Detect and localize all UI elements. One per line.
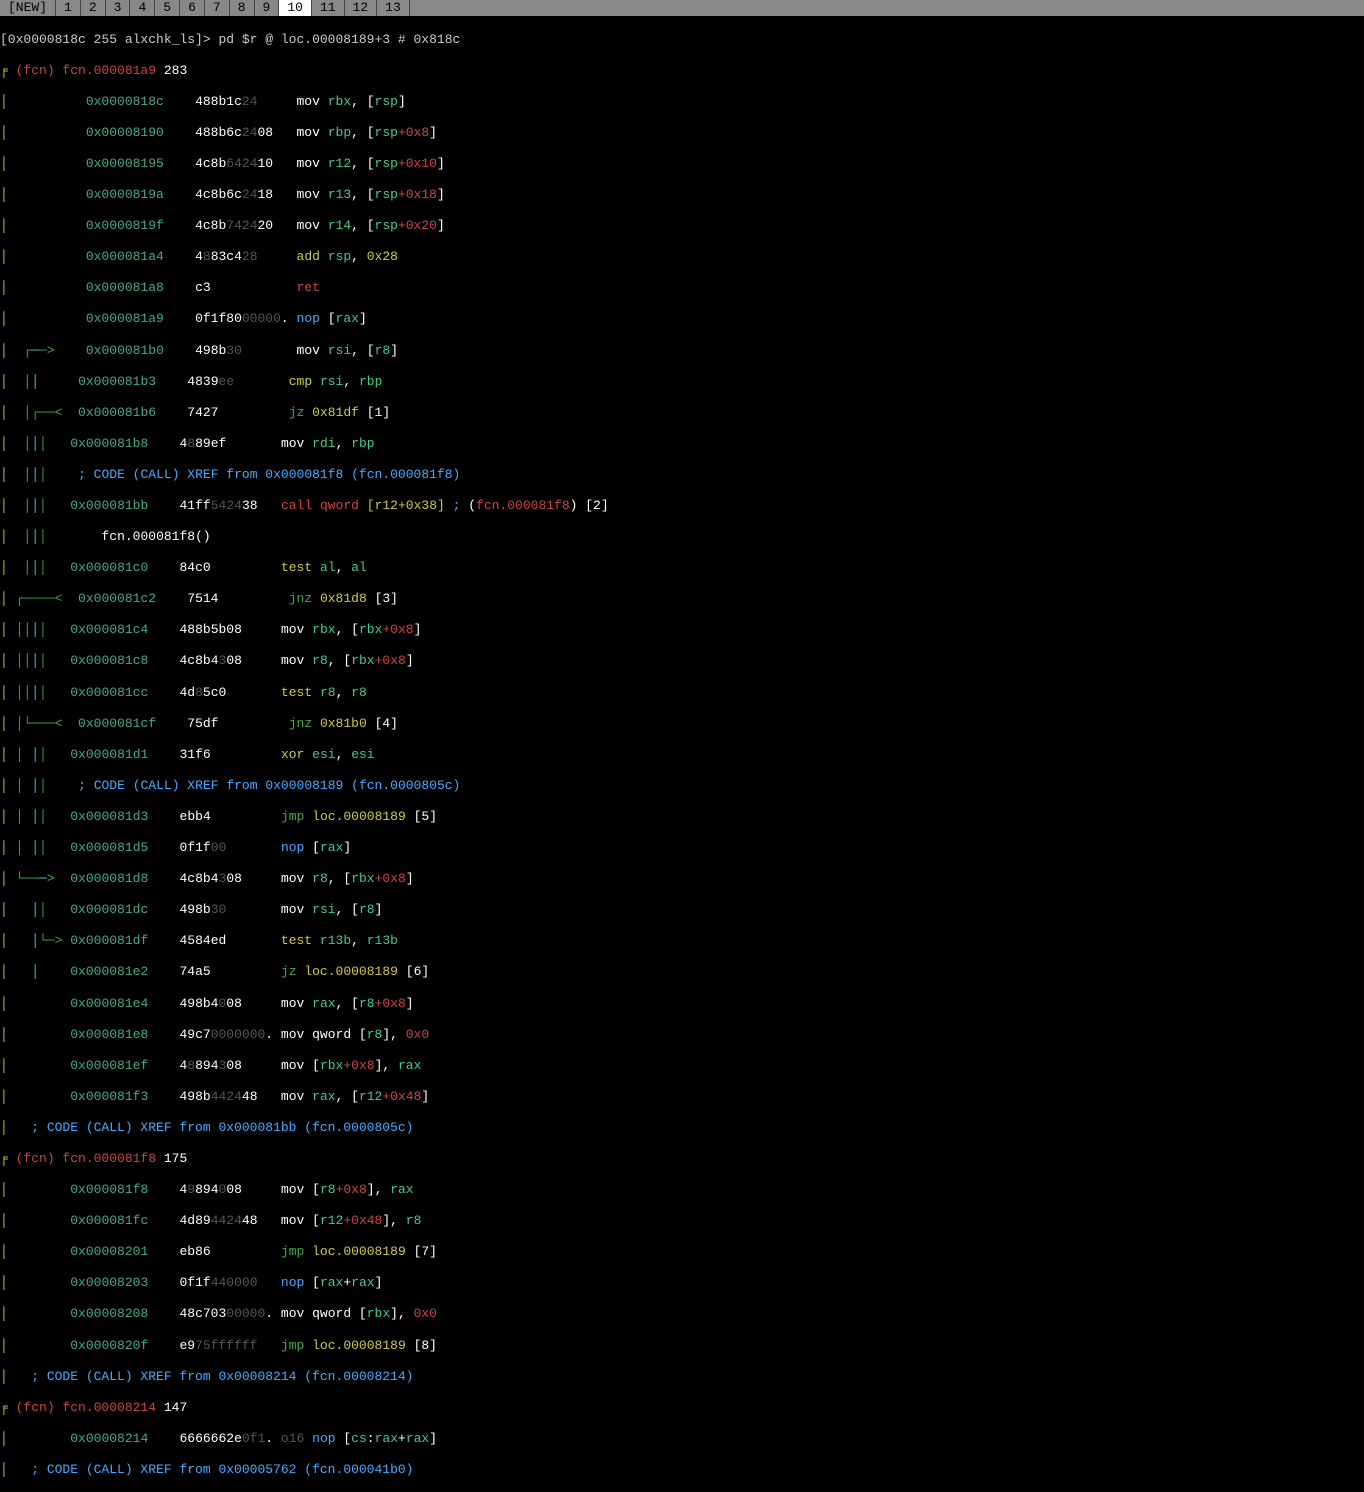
asm-line: │ ┌────< 0x000081c2 7514 jnz 0x81d8 [3] xyxy=(0,591,1364,607)
asm-line: │ 0x000081f8 49894008 mov [r8+0x8], rax xyxy=(0,1182,1364,1198)
tab-7[interactable]: 7 xyxy=(205,0,230,16)
asm-line: │ 0x000081f3 498b442448 mov rax, [r12+0x… xyxy=(0,1089,1364,1105)
asm-line: │ │││ 0x000081c0 84c0 test al, al xyxy=(0,560,1364,576)
asm-line: │ │││ 0x000081b8 4889ef mov rdi, rbp xyxy=(0,436,1364,452)
asm-line: │ ││ 0x000081b3 4839ee cmp rsi, rbp xyxy=(0,374,1364,390)
asm-line: │ 0x00008208 48c70300000. mov qword [rbx… xyxy=(0,1306,1364,1322)
tab-9[interactable]: 9 xyxy=(255,0,280,16)
asm-line: │ 0x000081ef 48894308 mov [rbx+0x8], rax xyxy=(0,1058,1364,1074)
asm-line: │ │ ││ 0x000081d1 31f6 xor esi, esi xyxy=(0,747,1364,763)
asm-line: │ ││││ 0x000081c8 4c8b4308 mov r8, [rbx+… xyxy=(0,653,1364,669)
asm-line: │ 0x0000819f 4c8b742420 mov r14, [rsp+0x… xyxy=(0,218,1364,234)
asm-line: │ 0x00008203 0f1f440000 nop [rax+rax] xyxy=(0,1275,1364,1291)
fcn-header: ╒ (fcn) fcn.00008214 147 xyxy=(0,1400,1364,1416)
asm-line: │ 0x00008195 4c8b642410 mov r12, [rsp+0x… xyxy=(0,156,1364,172)
tab-8[interactable]: 8 xyxy=(230,0,255,16)
tab-13[interactable]: 13 xyxy=(377,0,410,16)
asm-line: │ ││││ 0x000081cc 4d85c0 test r8, r8 xyxy=(0,685,1364,701)
xref-comment: │ ; CODE (CALL) XREF from 0x00005762 (fc… xyxy=(0,1462,1364,1478)
asm-line: │ ││ 0x000081dc 498b30 mov rsi, [r8] xyxy=(0,902,1364,918)
tab-new[interactable]: [NEW] xyxy=(0,0,56,16)
asm-line: │ │└───< 0x000081cf 75df jnz 0x81b0 [4] xyxy=(0,716,1364,732)
disassembly-view: [0x0000818c 255 alxchk_ls]> pd $r @ loc.… xyxy=(0,16,1364,1492)
asm-line: │ 0x0000819a 4c8b6c2418 mov r13, [rsp+0x… xyxy=(0,187,1364,203)
asm-line: │ │┌──< 0x000081b6 7427 jz 0x81df [1] xyxy=(0,405,1364,421)
asm-line: │ 0x000081a8 c3 ret xyxy=(0,280,1364,296)
asm-line: │ │ ││ 0x000081d5 0f1f00 nop [rax] xyxy=(0,840,1364,856)
tab-5[interactable]: 5 xyxy=(155,0,180,16)
xref-comment: │ ; CODE (CALL) XREF from 0x000081bb (fc… xyxy=(0,1120,1364,1136)
tab-3[interactable]: 3 xyxy=(106,0,131,16)
asm-line: │ ││││ 0x000081c4 488b5b08 mov rbx, [rbx… xyxy=(0,622,1364,638)
fcn-header: ╒ (fcn) fcn.000081f8 175 xyxy=(0,1151,1364,1167)
asm-line: │ 0x0000820f e975ffffff jmp loc.00008189… xyxy=(0,1338,1364,1354)
tab-bar: [NEW] 1 2 3 4 5 6 7 8 9 10 11 12 13 xyxy=(0,0,1364,16)
tab-12[interactable]: 12 xyxy=(345,0,378,16)
tab-6[interactable]: 6 xyxy=(180,0,205,16)
fcn-header: ╒ (fcn) fcn.000081a9 283 xyxy=(0,63,1364,79)
asm-line: │ ┌──> 0x000081b0 498b30 mov rsi, [r8] xyxy=(0,343,1364,359)
tab-4[interactable]: 4 xyxy=(130,0,155,16)
asm-line: │ │└─> 0x000081df 4584ed test r13b, r13b xyxy=(0,933,1364,949)
tab-10[interactable]: 10 xyxy=(279,0,312,16)
tab-11[interactable]: 11 xyxy=(312,0,345,16)
asm-line: │ 0x000081e8 49c70000000. mov qword [r8]… xyxy=(0,1027,1364,1043)
asm-line: │ 0x00008201 eb86 jmp loc.00008189 [7] xyxy=(0,1244,1364,1260)
fcn-call: │ │││ fcn.000081f8() xyxy=(0,529,1364,545)
tab-1[interactable]: 1 xyxy=(56,0,81,16)
asm-line: │ 0x000081e4 498b4008 mov rax, [r8+0x8] xyxy=(0,996,1364,1012)
xref-comment: │ │││ ; CODE (CALL) XREF from 0x000081f8… xyxy=(0,467,1364,483)
asm-line: │ 0x000081a9 0f1f8000000. nop [rax] xyxy=(0,311,1364,327)
asm-line: │ 0x0000818c 488b1c24 mov rbx, [rsp] xyxy=(0,94,1364,110)
prompt-line[interactable]: [0x0000818c 255 alxchk_ls]> pd $r @ loc.… xyxy=(0,32,1364,48)
asm-line: │ 0x00008190 488b6c2408 mov rbp, [rsp+0x… xyxy=(0,125,1364,141)
xref-comment: │ ; CODE (CALL) XREF from 0x00008214 (fc… xyxy=(0,1369,1364,1385)
xref-comment: │ │ ││ ; CODE (CALL) XREF from 0x0000818… xyxy=(0,778,1364,794)
asm-line: │ 0x000081fc 4d89442448 mov [r12+0x48], … xyxy=(0,1213,1364,1229)
asm-line: │ └───> 0x000081d8 4c8b4308 mov r8, [rbx… xyxy=(0,871,1364,887)
asm-line: │ 0x00008214 6666662e0f1. o16 nop [cs:ra… xyxy=(0,1431,1364,1447)
tab-2[interactable]: 2 xyxy=(81,0,106,16)
asm-line: │ │ ││ 0x000081d3 ebb4 jmp loc.00008189 … xyxy=(0,809,1364,825)
asm-line: │ │││ 0x000081bb 41ff542438 call qword [… xyxy=(0,498,1364,514)
asm-line: │ │ 0x000081e2 74a5 jz loc.00008189 [6] xyxy=(0,964,1364,980)
asm-line: │ 0x000081a4 4883c428 add rsp, 0x28 xyxy=(0,249,1364,265)
